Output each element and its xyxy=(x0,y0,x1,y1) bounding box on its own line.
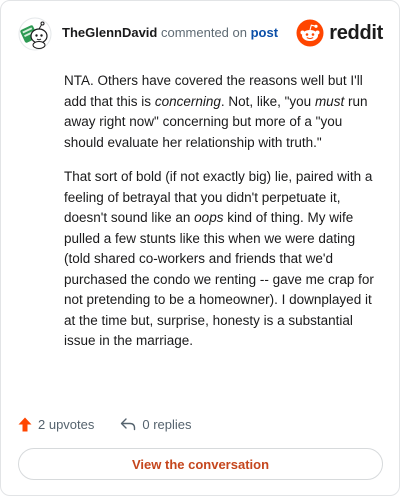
comment-body: NTA. Others have covered the reasons wel… xyxy=(64,71,376,366)
replies-button[interactable]: 0 replies xyxy=(120,416,192,432)
reddit-logo-icon xyxy=(296,19,324,47)
upvote-arrow-icon xyxy=(18,417,32,431)
view-conversation-button[interactable]: View the conversation xyxy=(18,448,383,480)
comment-paragraph-2: That sort of bold (if not exactly big) l… xyxy=(64,169,374,348)
commented-on-text: commented on xyxy=(160,25,247,40)
replies-count: 0 replies xyxy=(142,416,192,432)
snoo-avatar-icon xyxy=(18,17,52,51)
comment-paragraph-1: NTA. Others have covered the reasons wel… xyxy=(64,73,368,150)
post-link[interactable]: post xyxy=(251,25,278,40)
embedded-comment-card: TheGlennDavid commented on post reddit N… xyxy=(0,0,400,496)
brand-wordmark: reddit xyxy=(329,21,383,44)
author-name[interactable]: TheGlennDavid xyxy=(62,25,157,40)
author-line: TheGlennDavid commented on post xyxy=(62,25,278,41)
reply-arrow-icon xyxy=(121,418,136,431)
upvotes-count: 2 upvotes xyxy=(38,416,95,432)
reddit-brand[interactable]: reddit xyxy=(296,18,383,48)
upvotes-button[interactable]: 2 upvotes xyxy=(18,417,94,432)
comment-actions: 2 upvotes 0 replies xyxy=(18,414,218,434)
avatar[interactable] xyxy=(18,17,52,51)
comment-header: TheGlennDavid commented on post reddit xyxy=(18,17,383,53)
